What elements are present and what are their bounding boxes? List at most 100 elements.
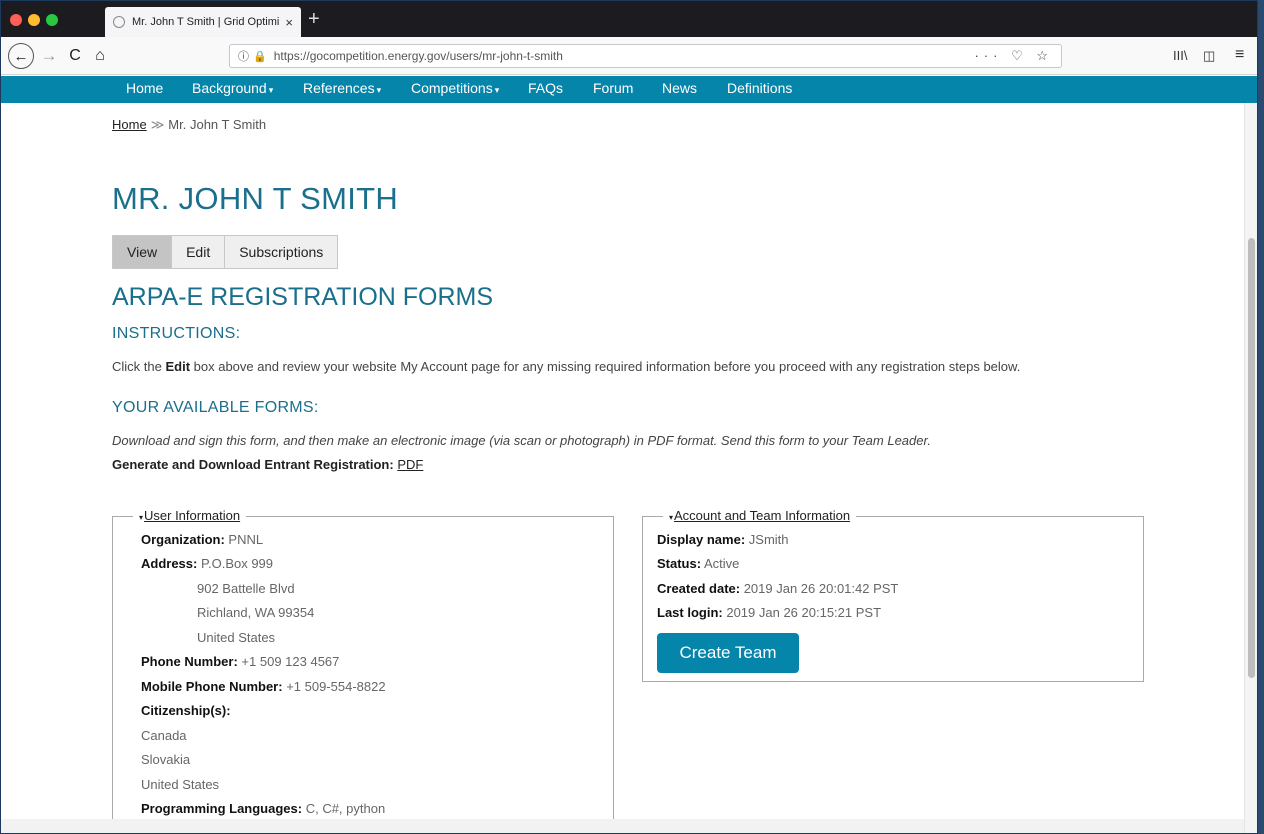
forward-button[interactable]: → bbox=[39, 43, 59, 69]
sidebar-icon[interactable]: ◫ bbox=[1203, 48, 1215, 64]
scrollbar-thumb[interactable] bbox=[1248, 238, 1255, 678]
menu-label: FAQs bbox=[528, 80, 564, 96]
library-icon[interactable]: III\ bbox=[1173, 48, 1187, 63]
breadcrumb-home-link[interactable]: Home bbox=[112, 117, 147, 132]
caret-down-icon: ▾ bbox=[669, 513, 674, 522]
phone-row: Phone Number: +1 509 123 4567 bbox=[141, 654, 339, 669]
browser-window: Mr. John T Smith | Grid Optimiz × + ← → … bbox=[0, 0, 1258, 834]
pdf-link[interactable]: PDF bbox=[397, 457, 423, 472]
organization-row: Organization: PNNL bbox=[141, 532, 263, 547]
user-tabs: View Edit Subscriptions bbox=[112, 235, 339, 269]
field-label: Status: bbox=[657, 556, 702, 571]
menu-label: Home bbox=[126, 80, 164, 96]
browser-tab[interactable]: Mr. John T Smith | Grid Optimiz × bbox=[105, 7, 301, 37]
minimize-window-button[interactable] bbox=[28, 14, 40, 26]
user-information-legend[interactable]: ▾User Information bbox=[133, 508, 247, 523]
citizenship-label: Citizenship(s): bbox=[141, 703, 231, 718]
breadcrumb-separator-icon: ≫ bbox=[150, 117, 165, 132]
menu-item-faqs[interactable]: FAQs bbox=[528, 80, 565, 96]
field-label: Mobile Phone Number: bbox=[141, 679, 283, 694]
breadcrumb-current: Mr. John T Smith bbox=[168, 117, 267, 132]
navigation-bar: ← → C ⌂ ⓘ 🔒 https://gocompetition.energy… bbox=[1, 37, 1257, 75]
field-value: 2019 Jan 26 20:01:42 PST bbox=[743, 581, 899, 596]
tab-bar: Mr. John T Smith | Grid Optimiz × + bbox=[1, 1, 1257, 37]
info-icon[interactable]: ⓘ bbox=[238, 48, 249, 64]
reload-button[interactable]: C bbox=[65, 43, 85, 69]
address-row: Address: P.O.Box 999 bbox=[141, 556, 273, 571]
last-login-row: Last login: 2019 Jan 26 20:15:21 PST bbox=[657, 605, 881, 620]
status-row: Status: Active bbox=[657, 556, 739, 571]
menu-item-competitions[interactable]: Competitions ▾ bbox=[411, 80, 499, 96]
field-value: PNNL bbox=[228, 532, 264, 547]
maximize-window-button[interactable] bbox=[46, 14, 58, 26]
menu-label: Background bbox=[192, 80, 267, 96]
tab-subscriptions[interactable]: Subscriptions bbox=[225, 236, 338, 268]
field-value: +1 509 123 4567 bbox=[241, 654, 340, 669]
field-value: JSmith bbox=[748, 532, 789, 547]
created-date-row: Created date: 2019 Jan 26 20:01:42 PST bbox=[657, 581, 898, 596]
menu-label: Competitions bbox=[411, 80, 493, 96]
menu-item-news[interactable]: News bbox=[662, 80, 699, 96]
new-tab-button[interactable]: + bbox=[308, 7, 320, 31]
vertical-scrollbar[interactable] bbox=[1244, 103, 1257, 833]
close-window-button[interactable] bbox=[10, 14, 22, 26]
forms-heading: YOUR AVAILABLE FORMS: bbox=[112, 399, 319, 416]
instructions-text-post: box above and review your website My Acc… bbox=[190, 359, 1021, 374]
caret-down-icon: ▾ bbox=[494, 85, 500, 95]
field-value: C, C#, python bbox=[305, 801, 386, 816]
menu-item-forum[interactable]: Forum bbox=[593, 80, 635, 96]
user-information-panel: ▾User Information Organization: PNNL Add… bbox=[112, 508, 614, 823]
address-line: United States bbox=[197, 630, 276, 645]
page-actions-icon[interactable]: ··· ♡ ☆ bbox=[974, 48, 1053, 64]
home-button[interactable]: ⌂ bbox=[89, 43, 111, 69]
field-value: Active bbox=[703, 556, 740, 571]
address-line: Richland, WA 99354 bbox=[197, 605, 315, 620]
forms-note: Download and sign this form, and then ma… bbox=[112, 433, 931, 448]
site-menu-bar: Home Background ▾ References ▾ Competition… bbox=[1, 76, 1257, 103]
url-text[interactable]: https://gocompetition.energy.gov/users/m… bbox=[274, 49, 975, 63]
menu-item-home[interactable]: Home bbox=[126, 80, 165, 96]
field-label: Citizenship(s): bbox=[141, 703, 231, 718]
account-team-panel: ▾Account and Team Information Display na… bbox=[642, 508, 1144, 682]
legend-label: Account and Team Information bbox=[674, 508, 851, 523]
hamburger-menu-icon[interactable]: ≡ bbox=[1235, 46, 1244, 64]
menu-label: Definitions bbox=[727, 80, 793, 96]
generate-label: Generate and Download Entrant Registrati… bbox=[112, 457, 394, 472]
caret-down-icon: ▾ bbox=[139, 513, 144, 522]
create-team-button[interactable]: Create Team bbox=[657, 633, 799, 673]
menu-item-definitions[interactable]: Definitions bbox=[727, 80, 794, 96]
field-label: Organization: bbox=[141, 532, 225, 547]
instructions-heading: INSTRUCTIONS: bbox=[112, 325, 241, 342]
caret-down-icon: ▾ bbox=[268, 85, 274, 95]
back-button[interactable]: ← bbox=[8, 43, 34, 69]
menu-item-background[interactable]: Background ▾ bbox=[192, 80, 273, 96]
menu-item-references[interactable]: References ▾ bbox=[303, 80, 381, 96]
page-title: MR. JOHN T SMITH bbox=[112, 181, 399, 216]
account-team-legend[interactable]: ▾Account and Team Information bbox=[663, 508, 857, 523]
field-label: Phone Number: bbox=[141, 654, 238, 669]
menu-label: News bbox=[662, 80, 698, 96]
generate-registration-line: Generate and Download Entrant Registrati… bbox=[112, 457, 423, 472]
tab-title: Mr. John T Smith | Grid Optimiz bbox=[132, 16, 280, 28]
tab-close-icon[interactable]: × bbox=[285, 15, 293, 30]
lock-icon[interactable]: 🔒 bbox=[253, 50, 267, 63]
programming-languages-row: Programming Languages: C, C#, python bbox=[141, 801, 385, 816]
tab-edit[interactable]: Edit bbox=[172, 236, 226, 268]
field-value: P.O.Box 999 bbox=[200, 556, 274, 571]
caret-down-icon: ▾ bbox=[376, 85, 382, 95]
tab-view[interactable]: View bbox=[113, 236, 173, 268]
field-label: Address: bbox=[141, 556, 198, 571]
mobile-phone-row: Mobile Phone Number: +1 509-554-8822 bbox=[141, 679, 386, 694]
instructions-text: Click the Edit box above and review your… bbox=[112, 359, 1020, 374]
field-label: Created date: bbox=[657, 581, 741, 596]
field-value: 2019 Jan 26 20:15:21 PST bbox=[726, 605, 882, 620]
menu-label: References bbox=[303, 80, 375, 96]
menu-label: Forum bbox=[593, 80, 634, 96]
instructions-text-bold: Edit bbox=[165, 359, 191, 374]
legend-label: User Information bbox=[144, 508, 241, 523]
field-label: Last login: bbox=[657, 605, 723, 620]
field-value: +1 509-554-8822 bbox=[286, 679, 386, 694]
page-footer-strip bbox=[1, 819, 1244, 833]
address-bar[interactable]: ⓘ 🔒 https://gocompetition.energy.gov/use… bbox=[229, 44, 1062, 68]
citizenship-item: Canada bbox=[141, 728, 187, 743]
